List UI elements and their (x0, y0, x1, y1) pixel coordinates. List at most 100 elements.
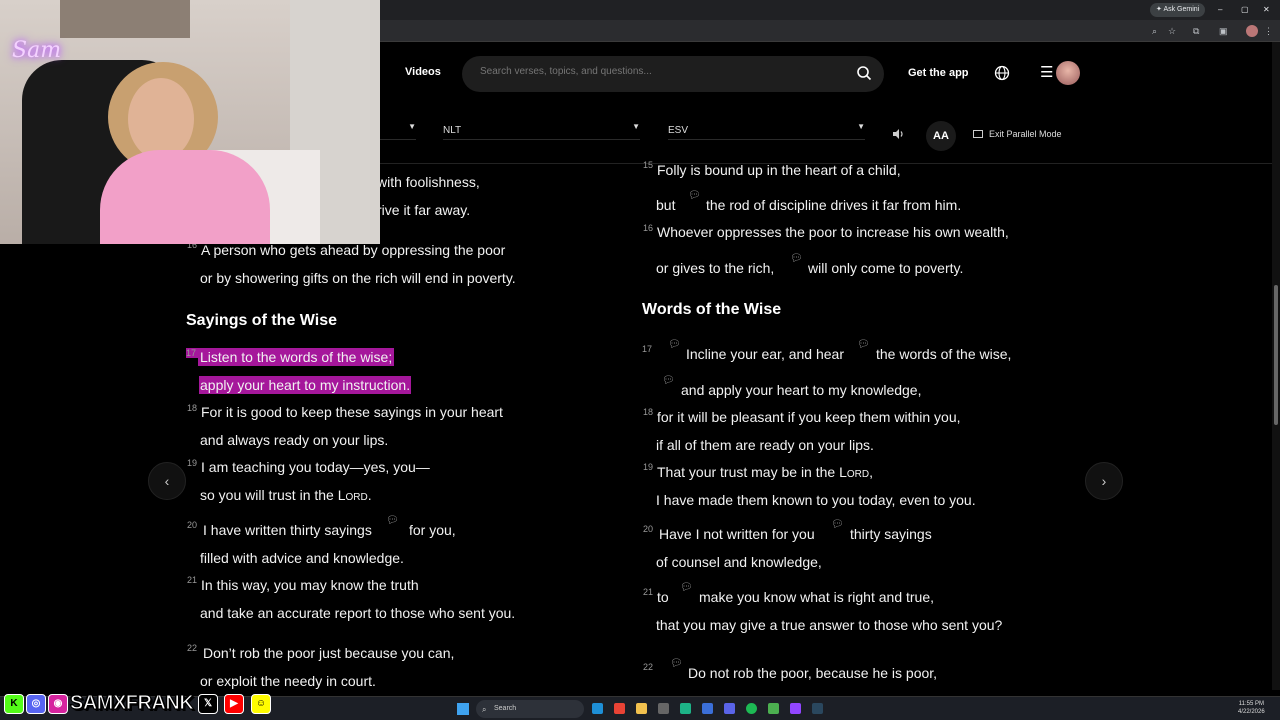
search-bar (462, 56, 884, 92)
chevron-down-icon: ▼ (632, 122, 640, 131)
snapchat-icon: ☺ (251, 694, 271, 714)
verse-line: rive it far away. (377, 202, 471, 218)
verse-line: Whoever oppresses the poor to increase h… (657, 224, 1009, 240)
version-2-label: NLT (443, 125, 462, 136)
scrollbar-thumb[interactable] (1274, 285, 1278, 425)
edge-icon[interactable] (592, 703, 603, 714)
small-caps-lord: ORD (345, 492, 368, 503)
social-banner: K ◎ ◉ SAMXFRANK 𝕏 ▶ ☺ (0, 690, 278, 720)
x-icon: 𝕏 (198, 694, 218, 714)
version-select-esv[interactable]: ESV ▼ (668, 120, 865, 140)
version-select-nlt[interactable]: NLT ▼ (443, 120, 640, 140)
search-input[interactable] (480, 66, 840, 77)
verse-line: so you will trust in the LORD. (200, 486, 372, 507)
app-icon[interactable] (702, 703, 713, 714)
text-size-button[interactable]: AA (926, 121, 956, 151)
footnote-icon[interactable]: 💬︎ (790, 253, 803, 264)
neon-sign: Sam (12, 38, 62, 63)
verse-line: Don’t rob the poor just because you can, (203, 645, 455, 661)
bookmark-star-icon[interactable]: ☆ (1168, 25, 1176, 37)
file-explorer-icon[interactable] (636, 703, 647, 714)
verse-line: and always ready on your lips. (200, 432, 389, 448)
parallel-mode-icon (973, 130, 983, 138)
search-icon: ⌕ (482, 705, 487, 714)
version-select-1[interactable]: ▼ (380, 120, 416, 140)
ask-gemini-button[interactable]: ✦ Ask Gemini (1150, 3, 1206, 17)
verse-line: That your trust may be in the LORD, (657, 463, 873, 484)
verse-line: thirty sayings (850, 526, 932, 542)
speaker-icon[interactable] (892, 128, 906, 140)
app-icon[interactable] (768, 703, 779, 714)
globe-icon[interactable] (994, 65, 1010, 81)
get-app-link[interactable]: Get the app (908, 67, 969, 79)
close-window-button[interactable]: ✕ (1263, 4, 1270, 16)
verse-line: I am teaching you today—yes, you— (201, 459, 430, 475)
verse-number: 17 (642, 344, 653, 354)
footnote-icon[interactable]: 💬︎ (857, 339, 870, 350)
zoom-icon[interactable]: ⌕ (1152, 25, 1157, 37)
verse-line: and apply your heart to my knowledge, (681, 382, 922, 398)
chevron-down-icon: ▼ (408, 122, 416, 131)
maximize-button[interactable]: ▢ (1241, 4, 1249, 16)
version-3-label: ESV (668, 125, 689, 136)
user-avatar[interactable] (1056, 61, 1080, 85)
footnote-icon[interactable]: 💬︎ (386, 515, 399, 526)
verse-number: 18 (187, 403, 198, 413)
clock-date: 4/22/2026 (1238, 709, 1265, 715)
verse-line: or gives to the rich, (656, 260, 775, 276)
verse-line: Have I not written for you (659, 526, 815, 542)
store-icon[interactable] (658, 703, 669, 714)
next-chapter-button[interactable]: › (1085, 462, 1123, 500)
webcam-overlay: Sam (0, 0, 380, 244)
footnote-icon[interactable]: 💬︎ (668, 339, 681, 350)
highlighted-verse-line[interactable]: apply your heart to my instruction. (199, 376, 412, 394)
verse-line: make you know what is right and true, (699, 589, 935, 605)
verse-line: Incline your ear, and hear (686, 346, 844, 362)
browser-menu-icon[interactable]: ⋮ (1264, 25, 1273, 37)
windows-start-icon[interactable] (457, 703, 469, 715)
steam-icon[interactable] (812, 703, 823, 714)
app-icon[interactable] (790, 703, 801, 714)
webcam-shelf (60, 0, 190, 38)
verse-number: 19 (643, 462, 654, 472)
app-icon[interactable] (680, 703, 691, 714)
verse-line: Folly is bound up in the heart of a chil… (657, 162, 901, 178)
verse-number: 20 (643, 524, 654, 534)
browser-profile-avatar[interactable] (1246, 25, 1258, 37)
verse-number: 20 (187, 520, 198, 530)
footnote-icon[interactable]: 💬︎ (662, 375, 675, 386)
highlighted-verse-line[interactable]: Listen to the words of the wise; (198, 348, 395, 366)
verse-line: In this way, you may know the truth (201, 577, 419, 593)
spotify-icon[interactable] (746, 703, 757, 714)
verse-line: will only come to poverty. (808, 260, 964, 276)
exit-parallel-button[interactable]: Exit Parallel Mode (973, 129, 1062, 139)
minimize-button[interactable]: – (1218, 4, 1222, 16)
verse-line: for you, (409, 522, 456, 538)
previous-chapter-button[interactable]: ‹ (148, 462, 186, 500)
system-clock[interactable]: 11:55 PM 4/22/2026 (1238, 700, 1265, 716)
verse-number: 21 (643, 587, 654, 597)
extensions-icon[interactable]: ⧉ (1193, 25, 1199, 37)
footnote-icon[interactable]: 💬︎ (680, 582, 693, 593)
sidepanel-icon[interactable]: ▣ (1219, 25, 1228, 37)
verse-number: 21 (187, 575, 198, 585)
verse-number: 16 (643, 223, 654, 233)
app-icon[interactable] (724, 703, 735, 714)
verse-line: but (656, 197, 676, 213)
discord-icon: ◎ (26, 694, 46, 714)
verse-line: that you may give a true answer to those… (656, 617, 1003, 633)
verse-line: and take an accurate report to those who… (200, 605, 516, 621)
search-icon[interactable] (856, 65, 872, 81)
footnote-icon[interactable]: 💬︎ (670, 658, 683, 669)
hamburger-menu-icon[interactable]: ☰ (1040, 65, 1053, 80)
chevron-down-icon: ▼ (857, 122, 865, 131)
verse-line: with foolishness, (377, 174, 480, 190)
verse-text: , (869, 464, 873, 480)
chrome-icon[interactable] (614, 703, 625, 714)
verse-text: so you will trust in the L (200, 487, 346, 503)
footnote-icon[interactable]: 💬︎ (688, 190, 701, 201)
nav-videos-link[interactable]: Videos (405, 66, 441, 78)
footnote-icon[interactable]: 💬︎ (831, 519, 844, 530)
verse-line: to (657, 589, 669, 605)
taskbar-search[interactable]: Search (476, 700, 584, 718)
